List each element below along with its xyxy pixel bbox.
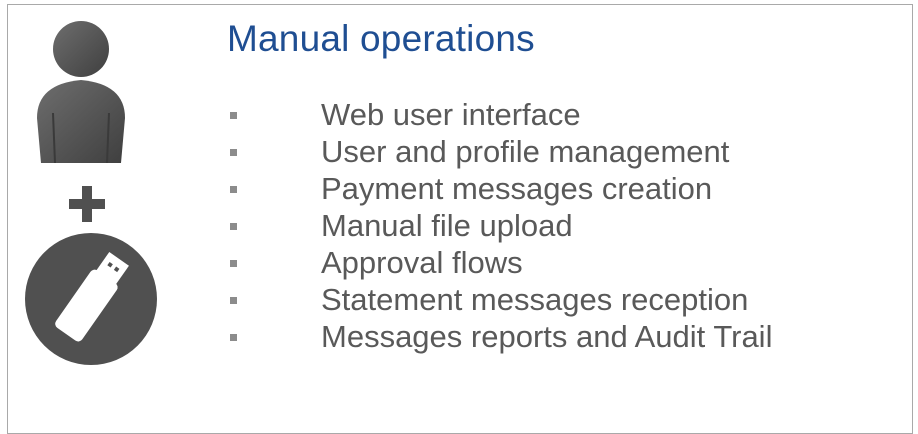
page-title: Manual operations [227,18,535,59]
list-item-label: User and profile management [321,134,730,169]
bullet-icon [230,186,237,193]
bullet-icon [230,297,237,304]
person-icon [37,21,125,163]
bullet-icon [230,334,237,341]
usb-drive-icon [25,233,157,365]
bullet-icon [230,223,237,230]
icon-column [0,0,180,417]
list-item-label: Messages reports and Audit Trail [321,319,773,354]
list-item-label: Manual file upload [321,208,573,243]
bullet-icon [230,112,237,119]
plus-icon [69,186,105,222]
bullet-icon [230,260,237,267]
list-item-label: Approval flows [321,245,523,280]
bullet-icon [230,149,237,156]
list-item-label: Statement messages reception [321,282,749,317]
list-item-label: Web user interface [321,97,581,132]
list-item-label: Payment messages creation [321,171,713,206]
